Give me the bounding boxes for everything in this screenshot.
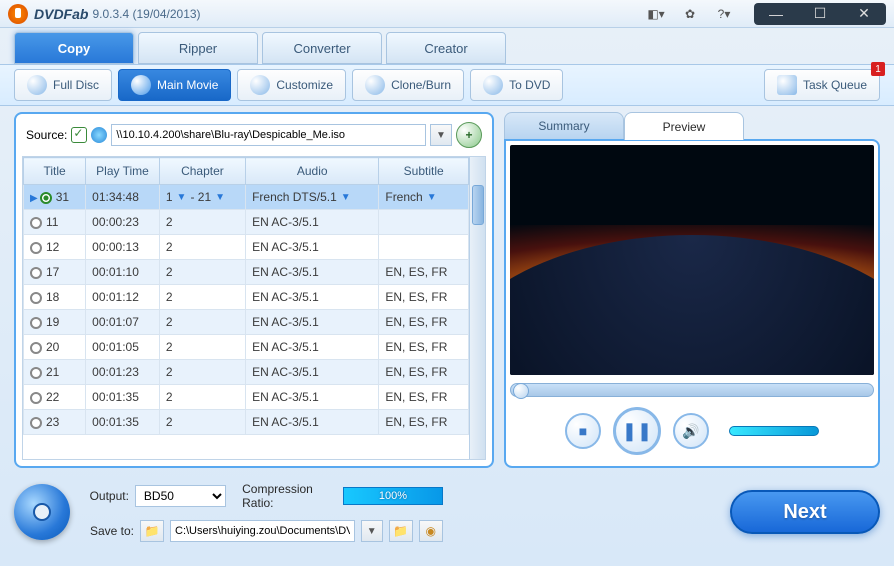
app-name: DVDFab: [34, 6, 88, 22]
settings-gear-icon[interactable]: ✿: [674, 4, 706, 24]
mode-full-disc-button[interactable]: Full Disc: [14, 69, 112, 101]
preview-panel: ■ ❚❚ 🔊: [504, 139, 880, 468]
disc-icon: [14, 484, 70, 540]
maximize-button[interactable]: ☐: [798, 3, 842, 25]
task-queue-button[interactable]: Task Queue 1: [764, 69, 880, 101]
table-row[interactable]: 2300:01:352EN AC-3/5.1EN, ES, FR: [24, 410, 469, 435]
title-radio[interactable]: [30, 242, 42, 254]
tab-preview[interactable]: Preview: [624, 112, 744, 140]
output-select[interactable]: BD50: [135, 485, 226, 507]
save-to-label: Save to:: [82, 524, 134, 538]
task-queue-badge: 1: [871, 62, 885, 76]
chapter-range-select[interactable]: 1 ▼ - 21 ▼: [166, 190, 239, 204]
table-row[interactable]: 2000:01:052EN AC-3/5.1EN, ES, FR: [24, 335, 469, 360]
main-tab-converter[interactable]: Converter: [262, 32, 382, 64]
table-row[interactable]: ▶3101:34:481 ▼ - 21 ▼French DTS/5.1 ▼Fre…: [24, 185, 469, 210]
seek-slider[interactable]: [510, 383, 874, 397]
main-tab-creator[interactable]: Creator: [386, 32, 506, 64]
save-path-input[interactable]: [170, 520, 355, 542]
task-queue-icon: [777, 75, 797, 95]
subtitle-select[interactable]: French ▼: [385, 190, 462, 204]
mode-toolbar: Full DiscMain MovieCustomizeClone/BurnTo…: [0, 64, 894, 106]
compression-ratio-bar: 100%: [343, 487, 442, 505]
title-radio[interactable]: [30, 267, 42, 279]
mode-main-movie-button[interactable]: Main Movie: [118, 69, 231, 101]
col-chapter[interactable]: Chapter: [159, 158, 245, 185]
mode-icon: [250, 75, 270, 95]
mode-customize-button[interactable]: Customize: [237, 69, 346, 101]
folder-icon: 📁: [140, 520, 164, 542]
source-dropdown-button[interactable]: ▼: [430, 124, 452, 146]
mode-icon: [365, 75, 385, 95]
play-indicator-icon: ▶: [30, 193, 38, 204]
open-target-button[interactable]: ◉: [419, 520, 443, 542]
stop-button[interactable]: ■: [565, 413, 601, 449]
table-row[interactable]: 2100:01:232EN AC-3/5.1EN, ES, FR: [24, 360, 469, 385]
col-title[interactable]: Title: [24, 158, 86, 185]
browse-folder-button[interactable]: 📁: [389, 520, 413, 542]
mode-icon: [27, 75, 47, 95]
video-preview: [510, 145, 874, 375]
table-row[interactable]: 1700:01:102EN AC-3/5.1EN, ES, FR: [24, 260, 469, 285]
titlebar: DVDFab 9.0.3.4 (19/04/2013) ◧▾ ✿ ?▾ — ☐ …: [0, 0, 894, 28]
table-row[interactable]: 1100:00:232EN AC-3/5.1: [24, 210, 469, 235]
main-tab-ripper[interactable]: Ripper: [138, 32, 258, 64]
app-version: 9.0.3.4 (19/04/2013): [92, 7, 200, 21]
mode-icon: [483, 75, 503, 95]
main-tabs: CopyRipperConverterCreator: [0, 28, 894, 64]
output-label: Output:: [82, 489, 129, 503]
task-queue-label: Task Queue: [803, 78, 867, 92]
globe-icon: [91, 127, 107, 143]
table-row[interactable]: 1800:01:122EN AC-3/5.1EN, ES, FR: [24, 285, 469, 310]
table-row[interactable]: 2200:01:352EN AC-3/5.1EN, ES, FR: [24, 385, 469, 410]
source-label: Source:: [26, 128, 67, 142]
minimize-button[interactable]: —: [754, 3, 798, 25]
title-radio[interactable]: [30, 367, 42, 379]
mode-icon: [131, 75, 151, 95]
table-row[interactable]: 1900:01:072EN AC-3/5.1EN, ES, FR: [24, 310, 469, 335]
pause-button[interactable]: ❚❚: [613, 407, 661, 455]
volume-button[interactable]: 🔊: [673, 413, 709, 449]
next-button[interactable]: Next: [730, 490, 880, 534]
source-path-input[interactable]: [111, 124, 426, 146]
source-checkbox-icon[interactable]: [71, 127, 87, 143]
title-radio[interactable]: [30, 217, 42, 229]
title-radio[interactable]: [30, 342, 42, 354]
contrast-menu-icon[interactable]: ◧▾: [640, 4, 672, 24]
title-radio[interactable]: [30, 317, 42, 329]
close-button[interactable]: ✕: [842, 3, 886, 25]
titles-table: TitlePlay TimeChapterAudioSubtitle ▶3101…: [23, 157, 469, 435]
add-source-button[interactable]: +: [456, 122, 482, 148]
help-menu-icon[interactable]: ?▾: [708, 4, 740, 24]
title-radio[interactable]: [30, 417, 42, 429]
mode-clone-burn-button[interactable]: Clone/Burn: [352, 69, 464, 101]
title-radio[interactable]: [30, 392, 42, 404]
save-path-dropdown[interactable]: ▼: [361, 520, 383, 542]
main-tab-copy[interactable]: Copy: [14, 32, 134, 64]
table-row[interactable]: 1200:00:132EN AC-3/5.1: [24, 235, 469, 260]
title-radio[interactable]: [40, 192, 52, 204]
compression-ratio-label: Compression Ratio:: [242, 482, 337, 510]
bottom-bar: Output: BD50 Compression Ratio: 100% Sav…: [0, 474, 894, 550]
volume-slider[interactable]: [729, 426, 819, 436]
audio-select[interactable]: French DTS/5.1 ▼: [252, 190, 372, 204]
app-logo-icon: [8, 4, 28, 24]
source-row: Source: ▼ +: [22, 120, 486, 150]
mode-to-dvd-button[interactable]: To DVD: [470, 69, 563, 101]
tab-summary[interactable]: Summary: [504, 112, 624, 140]
title-radio[interactable]: [30, 292, 42, 304]
col-subtitle[interactable]: Subtitle: [379, 158, 469, 185]
table-scrollbar[interactable]: [469, 157, 485, 459]
titles-panel: Source: ▼ + TitlePlay TimeChapterAudioSu…: [14, 112, 494, 468]
col-audio[interactable]: Audio: [246, 158, 379, 185]
col-play-time[interactable]: Play Time: [86, 158, 160, 185]
